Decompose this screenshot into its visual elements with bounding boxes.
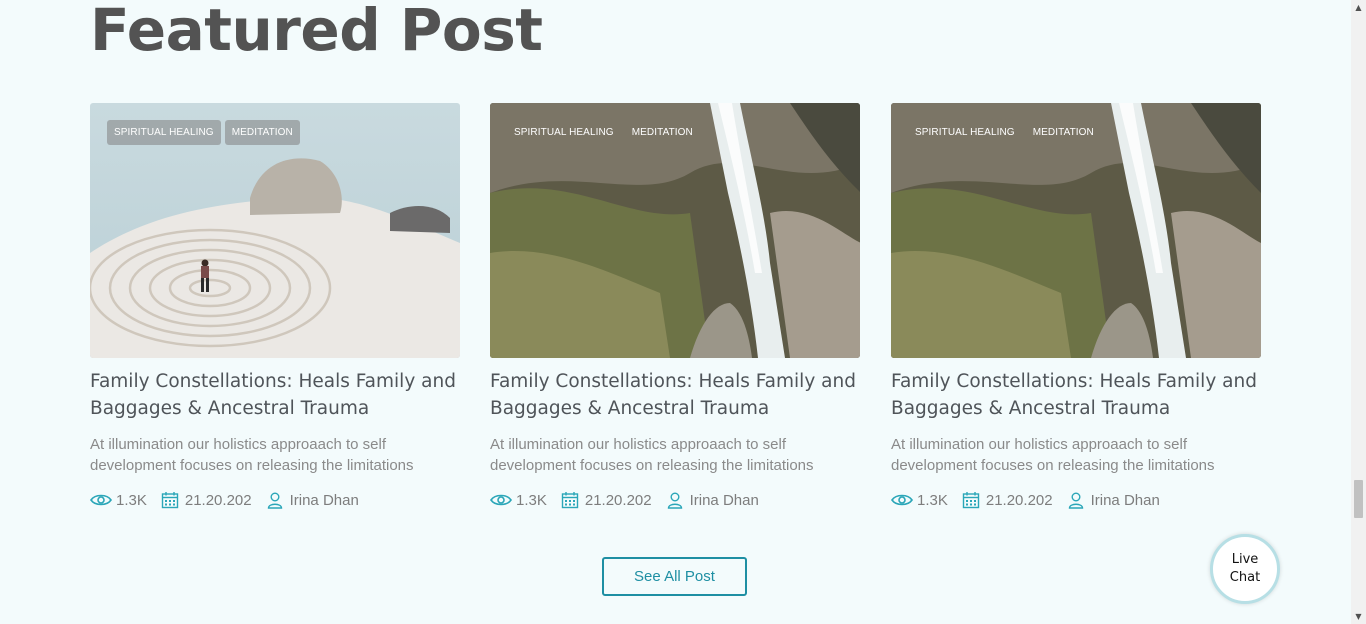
post-card[interactable]: SPIRITUAL HEALING MEDITATION Family Cons… <box>90 103 460 510</box>
post-meta: 1.3K 21.20.202 Irina Dhan <box>90 490 460 510</box>
scrollbar-thumb[interactable] <box>1354 480 1363 518</box>
post-date: 21.20.202 <box>985 491 1053 509</box>
post-tags: SPIRITUAL HEALING MEDITATION <box>908 120 1101 145</box>
calendar-icon <box>159 490 181 510</box>
date-stat: 21.20.202 <box>159 490 252 510</box>
post-meta: 1.3K 21.20.202 Irina Dhan <box>490 490 860 510</box>
vertical-scrollbar[interactable]: ▲ ▼ <box>1351 0 1366 624</box>
tag-meditation[interactable]: MEDITATION <box>1026 120 1101 145</box>
views-count: 1.3K <box>917 491 948 509</box>
scroll-down-arrow-icon[interactable]: ▼ <box>1351 609 1366 624</box>
user-icon <box>1065 490 1087 510</box>
section-title: Featured Post <box>90 0 543 64</box>
author-stat: Irina Dhan <box>1065 490 1160 510</box>
post-meta: 1.3K 21.20.202 Irina Dhan <box>891 490 1261 510</box>
post-tags: SPIRITUAL HEALING MEDITATION <box>507 120 700 145</box>
tag-meditation[interactable]: MEDITATION <box>625 120 700 145</box>
post-tags: SPIRITUAL HEALING MEDITATION <box>107 120 300 145</box>
date-stat: 21.20.202 <box>559 490 652 510</box>
post-author[interactable]: Irina Dhan <box>690 492 759 509</box>
post-author[interactable]: Irina Dhan <box>290 492 359 509</box>
calendar-icon <box>559 490 581 510</box>
post-image[interactable]: SPIRITUAL HEALING MEDITATION <box>490 103 860 358</box>
post-excerpt: At illumination our holistics approaach … <box>891 436 1215 474</box>
tag-meditation[interactable]: MEDITATION <box>224 120 300 145</box>
post-image[interactable]: SPIRITUAL HEALING MEDITATION <box>891 103 1261 358</box>
scroll-up-arrow-icon[interactable]: ▲ <box>1351 0 1366 15</box>
views-stat: 1.3K <box>490 490 547 510</box>
views-stat: 1.3K <box>891 490 948 510</box>
views-count: 1.3K <box>516 491 547 509</box>
post-card[interactable]: SPIRITUAL HEALING MEDITATION Family Cons… <box>891 103 1261 510</box>
post-image[interactable]: SPIRITUAL HEALING MEDITATION <box>90 103 460 358</box>
post-title[interactable]: Family Constellations: Heals Family and … <box>490 368 860 422</box>
date-stat: 21.20.202 <box>960 490 1053 510</box>
tag-spiritual-healing[interactable]: SPIRITUAL HEALING <box>507 120 621 145</box>
post-author[interactable]: Irina Dhan <box>1091 492 1160 509</box>
post-title[interactable]: Family Constellations: Heals Family and … <box>891 368 1261 422</box>
post-title[interactable]: Family Constellations: Heals Family and … <box>90 368 460 422</box>
views-count: 1.3K <box>116 491 147 509</box>
post-excerpt: At illumination our holistics approaach … <box>490 436 814 474</box>
tag-spiritual-healing[interactable]: SPIRITUAL HEALING <box>908 120 1022 145</box>
author-stat: Irina Dhan <box>264 490 359 510</box>
eye-icon <box>90 490 112 510</box>
views-stat: 1.3K <box>90 490 147 510</box>
eye-icon <box>891 490 913 510</box>
calendar-icon <box>960 490 982 510</box>
user-icon <box>264 490 286 510</box>
post-card[interactable]: SPIRITUAL HEALING MEDITATION Family Cons… <box>490 103 860 510</box>
page: Featured Post SPIRITUAL HEALING MEDITATI… <box>0 0 1351 624</box>
see-all-posts-button[interactable]: See All Post <box>602 557 747 596</box>
post-date: 21.20.202 <box>184 491 252 509</box>
live-chat-button[interactable]: Live Chat <box>1210 534 1280 604</box>
post-date: 21.20.202 <box>584 491 652 509</box>
post-excerpt: At illumination our holistics approaach … <box>90 436 414 474</box>
author-stat: Irina Dhan <box>664 490 759 510</box>
eye-icon <box>490 490 512 510</box>
tag-spiritual-healing[interactable]: SPIRITUAL HEALING <box>107 120 221 145</box>
user-icon <box>664 490 686 510</box>
